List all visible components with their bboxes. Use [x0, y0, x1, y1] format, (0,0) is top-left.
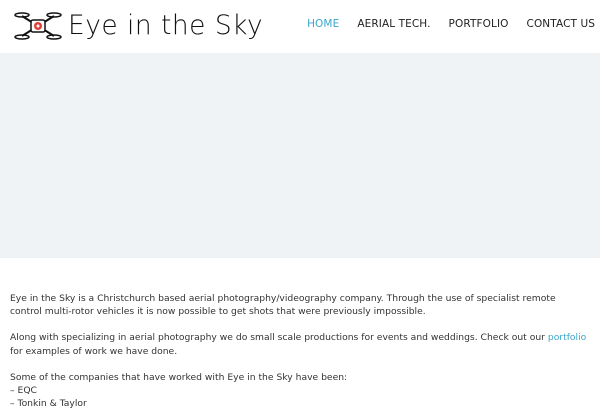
productions-text-start: Along with specializing in aerial photog…	[10, 332, 548, 344]
productions-paragraph: Along with specializing in aerial photog…	[10, 331, 590, 357]
nav-item-home[interactable]: HOME	[307, 18, 339, 30]
nav-item-portfolio[interactable]: PORTFOLIO	[449, 18, 509, 30]
companies-heading: Some of the companies that have worked w…	[10, 371, 348, 383]
brand-wordmark: Eye in the Sky	[68, 10, 264, 41]
site-header: Eye in the Sky HOME AERIAL TECH. PORTFOL…	[0, 0, 600, 53]
companies-list: Some of the companies that have worked w…	[10, 371, 590, 410]
hero-banner	[0, 53, 600, 258]
main-content: Eye in the Sky is a Christchurch based a…	[10, 292, 590, 410]
portfolio-link[interactable]: portfolio	[548, 332, 586, 343]
intro-paragraph: Eye in the Sky is a Christchurch based a…	[10, 293, 556, 318]
nav-item-contact-us[interactable]: CONTACT US	[527, 18, 595, 30]
site-logo[interactable]: Eye in the Sky	[14, 9, 267, 43]
productions-text-end: for examples of work we have done.	[10, 345, 178, 357]
main-nav: HOME AERIAL TECH. PORTFOLIO CONTACT US	[289, 0, 595, 47]
list-item: – EQC	[10, 385, 37, 397]
drone-icon	[14, 12, 62, 40]
nav-item-aerial-tech[interactable]: AERIAL TECH.	[357, 18, 430, 30]
list-item: – Tonkin & Taylor	[10, 398, 87, 410]
